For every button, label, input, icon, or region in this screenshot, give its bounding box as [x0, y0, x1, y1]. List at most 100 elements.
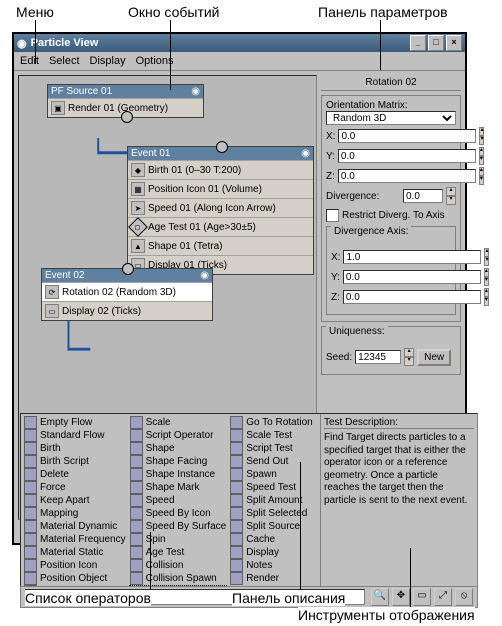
- spinner[interactable]: ▴▾: [446, 187, 456, 205]
- tool-extents-icon[interactable]: ⤢: [434, 588, 452, 606]
- operator-item[interactable]: Material Static: [23, 546, 127, 559]
- node-event-02[interactable]: Event 02 ◉ ⟳Rotation 02 (Random 3D) ▭Dis…: [41, 268, 213, 321]
- menu-select[interactable]: Select: [49, 55, 80, 67]
- close-button[interactable]: ×: [446, 35, 462, 51]
- dz-input[interactable]: [343, 290, 481, 304]
- operator-icon: [130, 546, 143, 559]
- operator-label: Force: [40, 482, 66, 493]
- port-out[interactable]: [121, 111, 133, 123]
- operator-label: Position Icon: [40, 560, 97, 571]
- annotation-params: Панель параметров: [318, 4, 448, 20]
- menu-display[interactable]: Display: [90, 55, 126, 67]
- operator-item[interactable]: Collision: [129, 559, 228, 572]
- operator-item[interactable]: Standard Flow: [23, 429, 127, 442]
- tool-region-icon[interactable]: ▭: [413, 588, 431, 606]
- operator-item[interactable]: Send Out: [229, 455, 318, 468]
- node-header[interactable]: PF Source 01 ◉: [48, 85, 203, 98]
- operator-item[interactable]: Collision Spawn: [129, 572, 228, 585]
- seed-input[interactable]: [355, 350, 401, 364]
- node-row[interactable]: ▦Position Icon 01 (Volume): [128, 179, 313, 198]
- operator-item[interactable]: Cache: [229, 533, 318, 546]
- operator-item[interactable]: Split Source: [229, 520, 318, 533]
- tool-nosign-icon[interactable]: ⦸: [455, 588, 473, 606]
- spinner[interactable]: ▴▾: [404, 348, 414, 366]
- operator-item[interactable]: Spin: [129, 533, 228, 546]
- operator-item[interactable]: Empty Flow: [23, 416, 127, 429]
- operator-item[interactable]: Age Test: [129, 546, 228, 559]
- operator-item[interactable]: Scale: [129, 416, 228, 429]
- x-input[interactable]: [338, 129, 476, 143]
- operator-item[interactable]: Go To Rotation: [229, 416, 318, 429]
- menu-options[interactable]: Options: [136, 55, 174, 67]
- spinner[interactable]: ▴▾: [484, 268, 489, 286]
- operator-item[interactable]: Speed By Icon: [129, 507, 228, 520]
- z-input[interactable]: [338, 169, 476, 183]
- operator-item[interactable]: Notes: [229, 559, 318, 572]
- operator-item[interactable]: Shape Instance: [129, 468, 228, 481]
- operator-item[interactable]: Render: [229, 572, 318, 585]
- titlebar[interactable]: ◉ Particle View _ □ ×: [14, 34, 465, 52]
- dx-input[interactable]: [343, 250, 481, 264]
- operator-item[interactable]: Script Operator: [129, 429, 228, 442]
- port-in[interactable]: [122, 263, 134, 275]
- operator-item[interactable]: Shape Facing: [129, 455, 228, 468]
- operator-item[interactable]: Material Frequency: [23, 533, 127, 546]
- operator-item[interactable]: Position Object: [23, 572, 127, 585]
- node-row[interactable]: ▭Display 02 (Ticks): [42, 301, 212, 320]
- y-input[interactable]: [338, 149, 476, 163]
- node-row[interactable]: ➤Speed 01 (Along Icon Arrow): [128, 198, 313, 217]
- operator-item[interactable]: Material Dynamic: [23, 520, 127, 533]
- restrict-checkbox[interactable]: [326, 209, 339, 222]
- node-pf-source[interactable]: PF Source 01 ◉ ▣ Render 01 (Geometry): [47, 84, 204, 118]
- orientation-select[interactable]: Random 3D: [326, 111, 456, 125]
- lamp-icon[interactable]: ◉: [301, 148, 310, 159]
- operator-item[interactable]: Shape Mark: [129, 481, 228, 494]
- operator-icon: [24, 455, 37, 468]
- desc-text: Find Target directs particles to a speci…: [324, 432, 474, 507]
- operator-item[interactable]: Force: [23, 481, 127, 494]
- tool-pan-icon[interactable]: ✥: [392, 588, 410, 606]
- operator-item[interactable]: Shape: [129, 442, 228, 455]
- node-row[interactable]: ◇Age Test 01 (Age>30±5): [128, 217, 313, 236]
- new-button[interactable]: New: [417, 349, 451, 366]
- operator-item[interactable]: Spawn: [229, 468, 318, 481]
- operator-item[interactable]: Keep Apart: [23, 494, 127, 507]
- operator-item[interactable]: Display: [229, 546, 318, 559]
- operator-item[interactable]: Split Amount: [229, 494, 318, 507]
- port-in[interactable]: [216, 141, 228, 153]
- operator-item[interactable]: Birth: [23, 442, 127, 455]
- node-row[interactable]: ⟳Rotation 02 (Random 3D): [42, 282, 212, 301]
- operator-item[interactable]: Speed Test: [229, 481, 318, 494]
- operator-item[interactable]: Birth Script: [23, 455, 127, 468]
- node-row-label: Rotation 02 (Random 3D): [62, 287, 176, 298]
- operator-item[interactable]: Speed: [129, 494, 228, 507]
- operator-item[interactable]: Delete: [23, 468, 127, 481]
- operator-item[interactable]: Split Selected: [229, 507, 318, 520]
- operator-item[interactable]: Mapping: [23, 507, 127, 520]
- spinner[interactable]: ▴▾: [484, 288, 489, 306]
- spinner[interactable]: ▴▾: [479, 167, 484, 185]
- tool-zoom-icon[interactable]: 🔍: [371, 588, 389, 606]
- operator-icon: [130, 468, 143, 481]
- node-row[interactable]: ◆Birth 01 (0–30 T:200): [128, 160, 313, 179]
- spinner[interactable]: ▴▾: [479, 147, 484, 165]
- minimize-button[interactable]: _: [410, 35, 426, 51]
- operator-item[interactable]: Script Test: [229, 442, 318, 455]
- operator-item[interactable]: Speed By Surface: [129, 520, 228, 533]
- divergence-input[interactable]: [403, 189, 443, 203]
- node-event-01[interactable]: Event 01 ◉ ◆Birth 01 (0–30 T:200) ▦Posit…: [127, 146, 314, 275]
- lamp-icon[interactable]: ◉: [200, 270, 209, 281]
- menu-edit[interactable]: Edit: [20, 55, 39, 67]
- spinner[interactable]: ▴▾: [479, 127, 484, 145]
- operator-icon: [230, 533, 243, 546]
- operator-label: Shape Instance: [146, 469, 216, 480]
- operator-item[interactable]: Scale Test: [229, 429, 318, 442]
- lamp-icon[interactable]: ◉: [191, 86, 200, 97]
- operator-item[interactable]: Position Icon: [23, 559, 127, 572]
- node-row[interactable]: ▲Shape 01 (Tetra): [128, 236, 313, 255]
- maximize-button[interactable]: □: [428, 35, 444, 51]
- spinner[interactable]: ▴▾: [484, 248, 489, 266]
- dy-input[interactable]: [343, 270, 481, 284]
- operator-icon: [130, 494, 143, 507]
- operator-list[interactable]: Empty FlowStandard FlowBirthBirth Script…: [21, 414, 320, 599]
